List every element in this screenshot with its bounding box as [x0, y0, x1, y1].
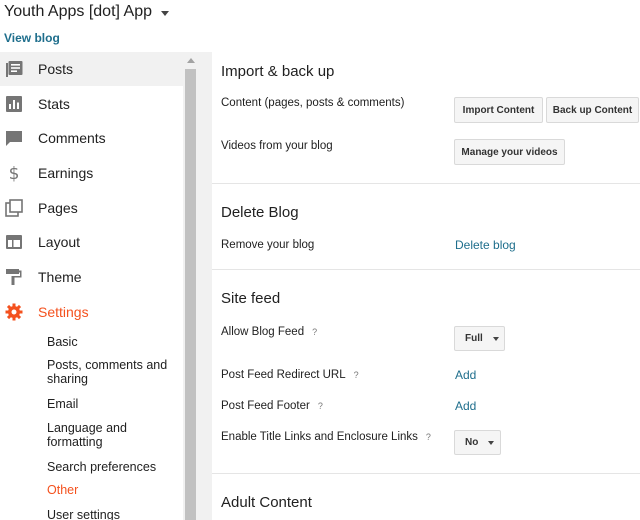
section-divider [212, 183, 640, 184]
help-icon[interactable]: ? [426, 432, 431, 442]
pages-icon [5, 199, 23, 217]
title-links-select[interactable]: No [454, 430, 501, 455]
title-links-text: Enable Title Links and Enclosure Links [221, 431, 418, 443]
blog-selector[interactable]: Youth Apps [dot] App [4, 3, 169, 21]
layout-icon [6, 235, 22, 249]
allow-blog-feed-label: Allow Blog Feed? [221, 326, 317, 338]
settings-sub-other[interactable]: Other [47, 483, 177, 497]
import-content-button[interactable]: Import Content [454, 97, 543, 123]
content-label: Content (pages, posts & comments) [221, 97, 405, 109]
post-feed-footer-text: Post Feed Footer [221, 400, 310, 412]
paint-roller-icon [6, 269, 22, 285]
svg-text:$: $ [9, 164, 20, 182]
chevron-down-icon [488, 440, 495, 445]
settings-sub-user-settings[interactable]: User settings [47, 508, 177, 520]
comments-icon [6, 131, 22, 146]
sidebar-item-label: Stats [38, 96, 70, 112]
back-up-content-button[interactable]: Back up Content [546, 97, 639, 123]
allow-blog-feed-value: Full [465, 333, 483, 344]
section-title-import-backup: Import & back up [221, 63, 335, 80]
help-icon[interactable]: ? [312, 327, 317, 337]
sidebar-item-theme[interactable]: Theme [0, 260, 183, 294]
sidebar-item-label: Settings [38, 304, 89, 320]
settings-sub-language-formatting[interactable]: Language and formatting [47, 421, 177, 449]
sidebar-item-label: Posts [38, 61, 74, 77]
stats-icon [6, 96, 22, 112]
sidebar-item-stats[interactable]: Stats [0, 87, 183, 121]
videos-label: Videos from your blog [221, 140, 333, 152]
post-feed-footer-add-link[interactable]: Add [455, 399, 476, 413]
sidebar-item-label: Earnings [38, 165, 94, 181]
title-links-value: No [465, 437, 479, 448]
sidebar-item-label: Layout [38, 234, 81, 250]
sidebar-item-label: Theme [38, 269, 82, 285]
post-feed-redirect-text: Post Feed Redirect URL [221, 369, 346, 381]
sidebar-item-comments[interactable]: Comments [0, 121, 183, 155]
allow-blog-feed-select[interactable]: Full [454, 326, 505, 351]
sidebar: Posts Stats Comments $ Earnings Pages La… [0, 52, 183, 520]
chevron-down-icon [492, 336, 499, 341]
post-feed-redirect-label: Post Feed Redirect URL? [221, 369, 359, 381]
content-gutter [198, 52, 212, 520]
sidebar-item-layout[interactable]: Layout [0, 225, 183, 259]
top-bar: Youth Apps [dot] App View blog [0, 0, 640, 52]
section-title-delete-blog: Delete Blog [221, 204, 299, 221]
manage-videos-button[interactable]: Manage your videos [454, 139, 565, 165]
section-divider [212, 473, 640, 474]
chevron-down-icon [160, 10, 169, 16]
sidebar-scrollbar[interactable] [183, 52, 198, 520]
section-title-site-feed: Site feed [221, 290, 281, 307]
section-divider [212, 269, 640, 270]
post-feed-footer-label: Post Feed Footer? [221, 400, 323, 412]
sidebar-item-posts[interactable]: Posts [0, 52, 183, 86]
settings-sub-basic[interactable]: Basic [47, 335, 177, 349]
settings-sub-posts-comments-sharing[interactable]: Posts, comments and sharing [47, 358, 177, 386]
settings-sub-search-preferences[interactable]: Search preferences [47, 460, 177, 474]
sidebar-item-settings[interactable]: Settings [0, 295, 183, 329]
sidebar-item-label: Pages [38, 200, 78, 216]
scrollbar-thumb[interactable] [185, 69, 196, 520]
settings-main: Import & back up Content (pages, posts &… [212, 52, 640, 520]
sidebar-item-earnings[interactable]: $ Earnings [0, 156, 183, 190]
dollar-icon: $ [9, 164, 20, 182]
delete-blog-link[interactable]: Delete blog [455, 238, 516, 252]
blog-title: Youth Apps [dot] App [4, 3, 152, 20]
view-blog-link[interactable]: View blog [4, 31, 60, 45]
scroll-up-arrow-icon[interactable] [187, 58, 195, 63]
help-icon[interactable]: ? [318, 401, 323, 411]
post-feed-redirect-add-link[interactable]: Add [455, 368, 476, 382]
help-icon[interactable]: ? [354, 370, 359, 380]
posts-icon [6, 61, 23, 77]
sidebar-item-label: Comments [38, 130, 106, 146]
section-title-adult-content: Adult Content [221, 494, 312, 511]
sidebar-item-pages[interactable]: Pages [0, 191, 183, 225]
allow-blog-feed-text: Allow Blog Feed [221, 326, 305, 338]
gear-icon [5, 303, 23, 321]
remove-blog-label: Remove your blog [221, 239, 315, 251]
title-links-label: Enable Title Links and Enclosure Links? [221, 431, 431, 443]
settings-sub-email[interactable]: Email [47, 397, 177, 411]
